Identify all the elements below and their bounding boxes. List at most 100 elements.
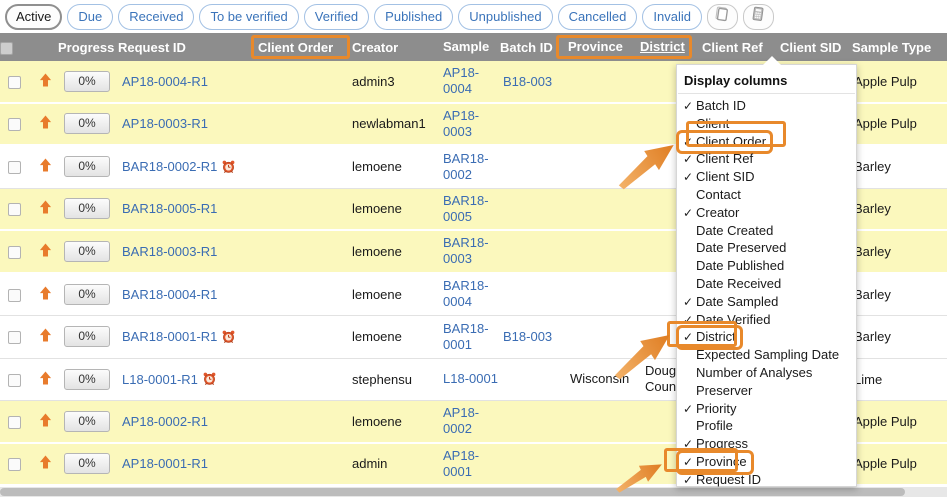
checkmark-icon: ✓: [683, 329, 696, 347]
menu-item-label: Client Order: [696, 134, 766, 149]
display-column-menu-item[interactable]: ✓Date Sampled: [677, 293, 856, 311]
row-checkbox[interactable]: [8, 246, 21, 259]
display-column-menu-item[interactable]: Profile: [677, 417, 856, 435]
display-column-menu-item[interactable]: ✓Date Verified: [677, 311, 856, 329]
filter-tab-label: To be verified: [210, 9, 287, 24]
sample-link[interactable]: L18-0001: [443, 371, 498, 386]
column-header-client-sid[interactable]: Client SID: [780, 40, 852, 55]
checkmark-icon: ✓: [683, 312, 696, 330]
row-checkbox[interactable]: [8, 76, 21, 89]
display-column-menu-item[interactable]: ✓Province: [677, 453, 856, 471]
column-header-sample[interactable]: Sample: [443, 39, 500, 55]
display-column-menu-item[interactable]: ✓Client Order: [677, 133, 856, 151]
checkmark-icon: ✓: [683, 294, 696, 312]
creator-cell: stephensu: [352, 372, 443, 387]
display-column-menu-item[interactable]: ✓Batch ID: [677, 97, 856, 115]
display-column-menu-item[interactable]: Date Created: [677, 222, 856, 240]
display-column-menu-item[interactable]: Expected Sampling Date: [677, 346, 856, 364]
filter-tab-active[interactable]: Active: [5, 4, 62, 30]
display-column-menu-item[interactable]: Date Received: [677, 275, 856, 293]
priority-up-icon: [30, 114, 58, 133]
filter-tab-invalid[interactable]: Invalid: [642, 4, 702, 30]
display-column-menu-item[interactable]: ✓District: [677, 328, 856, 346]
row-checkbox[interactable]: [8, 203, 21, 216]
request-id-link[interactable]: BAR18-0002-R1: [122, 159, 217, 174]
display-column-menu-item[interactable]: ✓Creator: [677, 204, 856, 222]
row-checkbox[interactable]: [8, 118, 21, 131]
filter-tab-due[interactable]: Due: [67, 4, 113, 30]
priority-up-icon: [30, 454, 58, 473]
column-header-province[interactable]: Province: [568, 39, 640, 55]
sample-link[interactable]: AP18-0002: [443, 405, 479, 436]
display-column-menu-item[interactable]: ✓Progress: [677, 435, 856, 453]
display-column-menu-item[interactable]: Client: [677, 115, 856, 133]
sample-link[interactable]: BAR18-0001: [443, 321, 489, 352]
row-checkbox[interactable]: [8, 161, 21, 174]
sample-link[interactable]: BAR18-0002: [443, 151, 489, 182]
request-id-link[interactable]: BAR18-0004-R1: [122, 287, 217, 302]
menu-item-label: Client SID: [696, 169, 755, 184]
filter-tab-cancelled[interactable]: Cancelled: [558, 4, 638, 30]
sample-type-cell: Barley: [852, 244, 947, 259]
progress-badge: 0%: [64, 241, 110, 262]
clipboard-button[interactable]: [707, 4, 738, 30]
filter-tab-received[interactable]: Received: [118, 4, 194, 30]
column-header-creator[interactable]: Creator: [352, 40, 443, 55]
batch-id-link[interactable]: B18-003: [503, 74, 552, 89]
sample-link[interactable]: AP18-0004: [443, 65, 479, 96]
select-all-checkbox[interactable]: [0, 42, 13, 55]
display-column-menu-item[interactable]: ✓Client SID: [677, 168, 856, 186]
display-column-menu-item[interactable]: ✓Priority: [677, 400, 856, 418]
request-id-link[interactable]: BAR18-0003-R1: [122, 244, 217, 259]
display-column-menu-item[interactable]: ✓Request ID: [677, 471, 856, 489]
row-checkbox[interactable]: [8, 416, 21, 429]
creator-cell: lemoene: [352, 414, 443, 429]
column-header-batch-id[interactable]: Batch ID: [500, 40, 568, 55]
display-column-menu-item[interactable]: Number of Analyses: [677, 364, 856, 382]
filter-tab-label: Published: [385, 9, 442, 24]
column-header-request-id[interactable]: Request ID: [118, 40, 252, 55]
row-checkbox[interactable]: [8, 374, 21, 387]
request-id-link[interactable]: AP18-0001-R1: [122, 456, 208, 471]
sample-link[interactable]: AP18-0003: [443, 108, 479, 139]
display-column-menu-item[interactable]: Date Preserved: [677, 239, 856, 257]
row-checkbox[interactable]: [8, 331, 21, 344]
request-id-link[interactable]: AP18-0002-R1: [122, 414, 208, 429]
request-id-link[interactable]: BAR18-0005-R1: [122, 201, 217, 216]
display-column-menu-item[interactable]: Preserver: [677, 382, 856, 400]
column-header-progress[interactable]: Progress: [58, 40, 118, 55]
column-header-client-order[interactable]: Client Order: [252, 40, 352, 55]
sample-link[interactable]: BAR18-0004: [443, 278, 489, 309]
creator-cell: admin3: [352, 74, 443, 89]
display-column-menu-item[interactable]: Contact: [677, 186, 856, 204]
calculator-button[interactable]: [743, 4, 774, 30]
request-id-link[interactable]: L18-0001-R1: [122, 372, 198, 387]
sample-type-cell: Apple Pulp: [852, 456, 947, 471]
filter-tab-unpublished[interactable]: Unpublished: [458, 4, 552, 30]
filter-tab-to-be-verified[interactable]: To be verified: [199, 4, 298, 30]
filter-tab-verified[interactable]: Verified: [304, 4, 369, 30]
column-header-client-ref[interactable]: Client Ref: [702, 40, 780, 55]
request-id-link[interactable]: AP18-0003-R1: [122, 116, 208, 131]
request-id-link[interactable]: AP18-0004-R1: [122, 74, 208, 89]
column-header-district[interactable]: District: [640, 39, 702, 55]
menu-item-label: Number of Analyses: [696, 365, 812, 380]
filter-tab-published[interactable]: Published: [374, 4, 453, 30]
row-checkbox[interactable]: [8, 289, 21, 302]
sample-link[interactable]: BAR18-0005: [443, 193, 489, 224]
menu-item-label: Expected Sampling Date: [696, 347, 839, 362]
filter-tab-label: Invalid: [653, 9, 691, 24]
display-column-menu-item[interactable]: ✓Client Ref: [677, 150, 856, 168]
sample-type-cell: Barley: [852, 159, 947, 174]
checkmark-icon: ✓: [683, 436, 696, 454]
sample-link[interactable]: BAR18-0003: [443, 235, 489, 266]
column-header-sample-type[interactable]: Sample Type: [852, 40, 947, 55]
sample-link[interactable]: AP18-0001: [443, 448, 479, 479]
creator-cell: lemoene: [352, 201, 443, 216]
batch-id-link[interactable]: B18-003: [503, 329, 552, 344]
scrollbar-thumb[interactable]: [0, 488, 905, 496]
menu-item-label: Date Preserved: [696, 240, 786, 255]
row-checkbox[interactable]: [8, 458, 21, 471]
display-column-menu-item[interactable]: Date Published: [677, 257, 856, 275]
request-id-link[interactable]: BAR18-0001-R1: [122, 329, 217, 344]
